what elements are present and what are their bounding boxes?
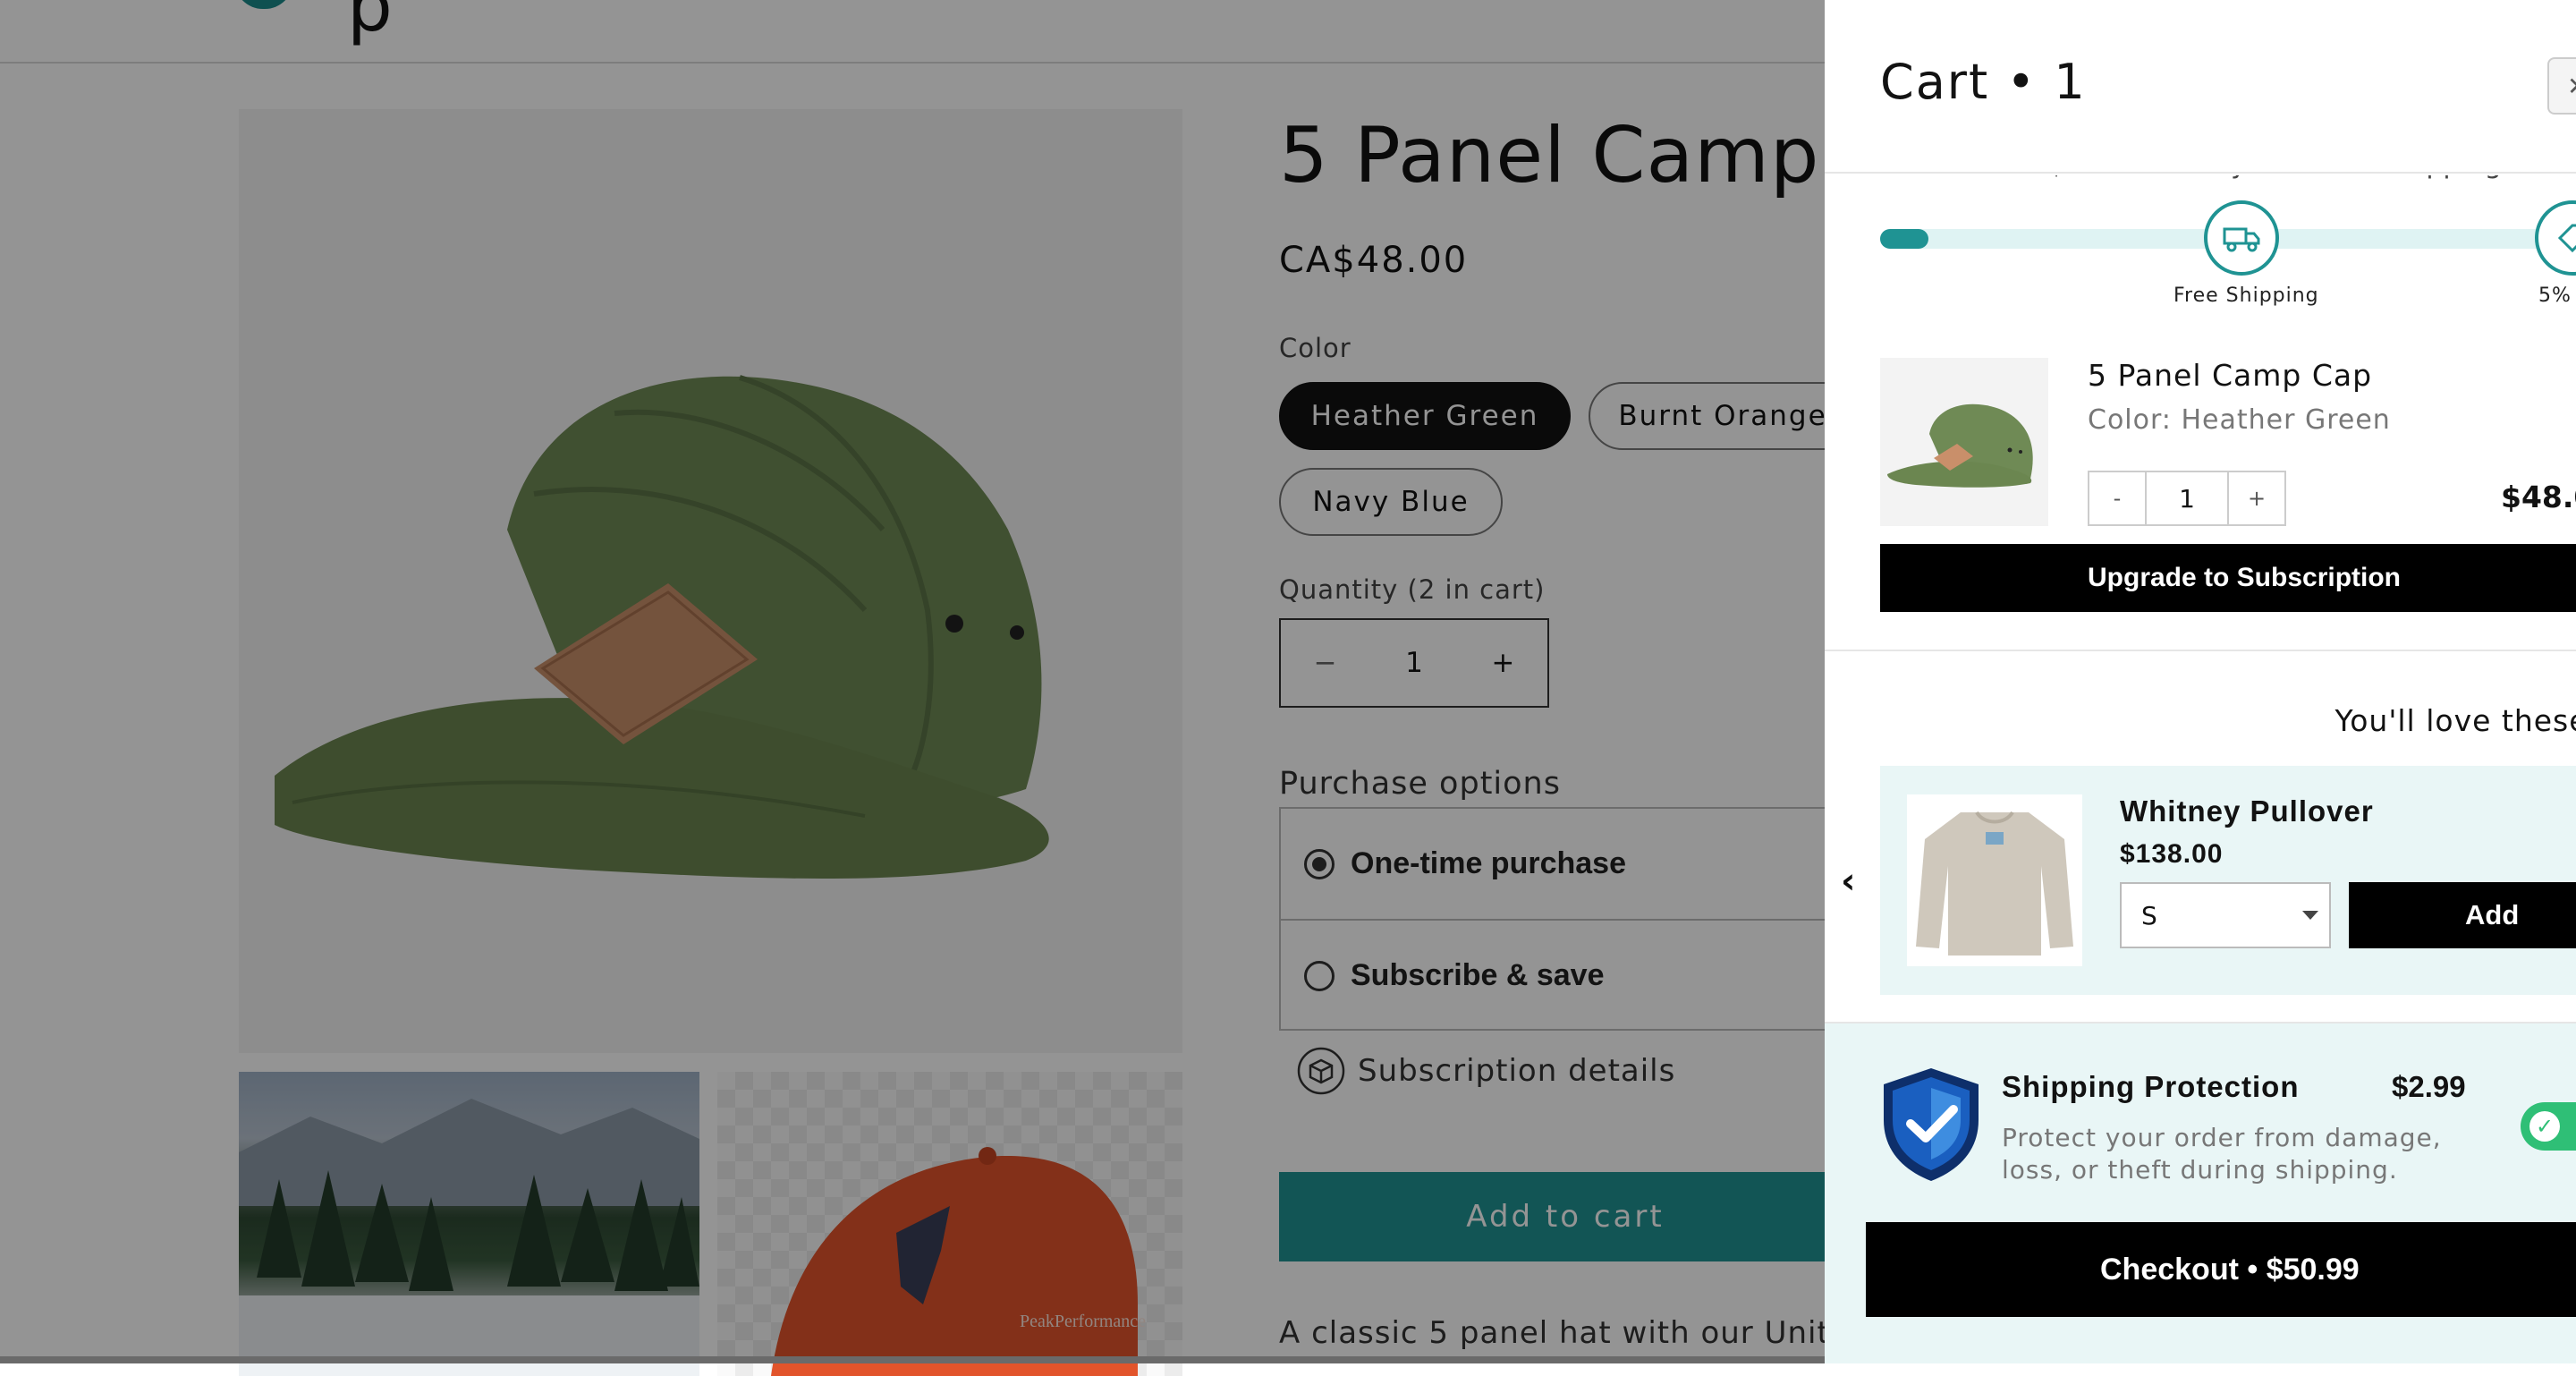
recommendation-size-select[interactable]: S [2120,882,2331,948]
window-bottom-edge [0,1356,1825,1363]
cart-item-variant: Color: Heather Green [2088,404,2391,436]
truck-icon [2204,200,2279,276]
shipping-protection-price: $2.99 [2392,1070,2466,1103]
cart-item-price: $48.00 [2501,480,2576,514]
section-divider [1825,650,2576,651]
shipping-progress-fill [1880,229,1928,249]
recommendations-title: You'll love these [2334,703,2576,738]
camp-cap-thumbnail [1887,403,2033,488]
chevron-left-icon[interactable]: ‹ [1841,861,1855,902]
close-cart-button[interactable]: ✕ [2547,57,2576,115]
recommendation-add-button[interactable]: Add [2349,882,2576,948]
milestone-label-discount: 5% [2538,285,2572,307]
cart-title: Cart • 1 [1880,54,2087,110]
tag-icon [2535,200,2576,276]
check-icon: ✓ [2529,1111,2560,1142]
checkout-button[interactable]: Checkout • $50.99 [1866,1222,2576,1317]
shield-check-icon [1884,1068,1979,1181]
pullover-sweater-image [1916,811,2073,956]
drawer-backdrop-overlay[interactable] [0,0,1825,1363]
cart-item-increase-button[interactable]: + [2229,472,2284,524]
shipping-protection-toggle[interactable]: ✓ [2521,1102,2576,1151]
cart-item-quantity-stepper: - 1 + [2088,471,2286,526]
shipping-protection-title: Shipping Protection [2002,1070,2300,1103]
drawer-header-divider [1825,172,2576,174]
size-select-value: S [2141,900,2157,930]
cart-drawer: Cart • 1 ✕ You're $0.00.00 away from fre… [1825,0,2576,1363]
recommendation-price: $138.00 [2120,839,2224,869]
cart-item-decrease-button[interactable]: - [2089,472,2145,524]
recommendation-image[interactable] [1907,794,2082,966]
shipping-protection-description: Protect your order from damage, loss, or… [2002,1123,2442,1185]
close-icon: ✕ [2567,72,2576,101]
free-shipping-message: You're $0.00.00 away from free shipping. [1959,149,2511,180]
chevron-down-icon [2302,911,2318,920]
cart-item-title[interactable]: 5 Panel Camp Cap [2088,358,2372,393]
cart-item-image[interactable] [1880,358,2048,526]
cart-item-quantity-input[interactable]: 1 [2145,472,2229,524]
upgrade-to-subscription-button[interactable]: Upgrade to Subscription [1880,544,2576,612]
recommendation-title[interactable]: Whitney Pullover [2120,794,2374,828]
milestone-label-free-shipping: Free Shipping [2174,285,2319,307]
